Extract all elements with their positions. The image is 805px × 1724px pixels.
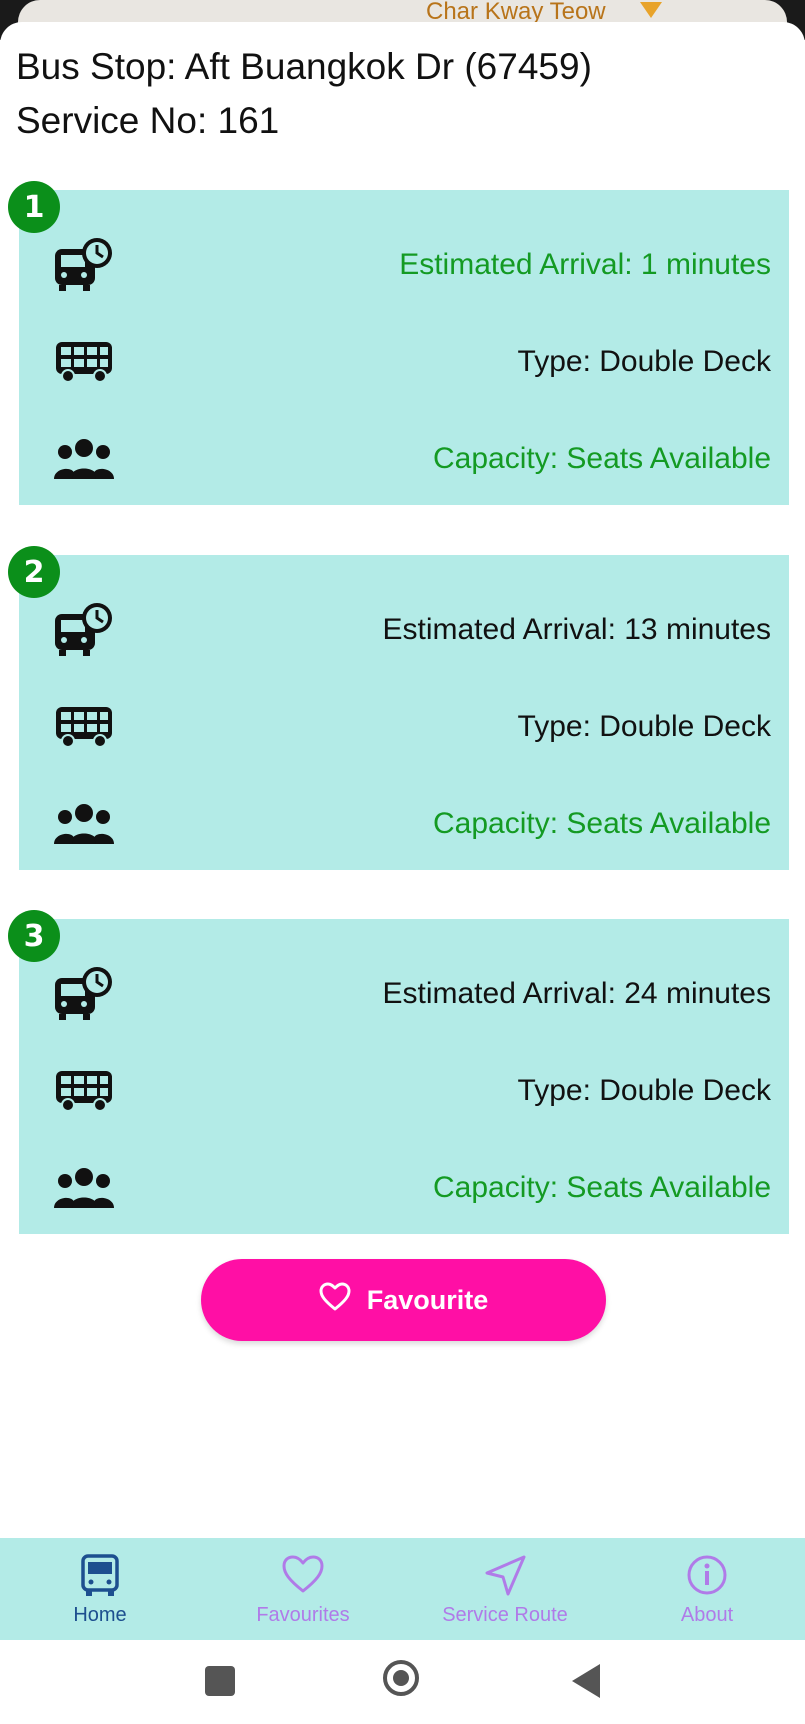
service-number: Service No: 161 [16,100,280,141]
nav-item-favourites[interactable]: Favourites [203,1538,403,1640]
nav-item-service-route[interactable]: Service Route [405,1538,605,1640]
capacity-row: Capacity: Seats Available [19,429,789,489]
estimated-arrival-row: Estimated Arrival: 13 minutes [19,600,789,660]
bus-type-row: Type: Double Deck [19,332,789,392]
arrival-card-3: Estimated Arrival: 24 minutes Type: Doub… [19,919,789,1234]
estimated-arrival-text: Estimated Arrival: 24 minutes [382,977,772,1010]
people-group-icon [52,429,116,489]
home-dot-icon [393,1670,409,1686]
arrival-card-1: Estimated Arrival: 1 minutes Type: Doubl… [19,190,789,505]
capacity-text: Capacity: Seats Available [433,1171,771,1204]
bus-type-row: Type: Double Deck [19,697,789,757]
nav-label-service-route: Service Route [442,1604,568,1626]
double-deck-bus-icon [52,697,116,757]
recents-button[interactable] [205,1666,235,1696]
map-marker-icon[interactable] [640,2,662,18]
bus-type-text: Type: Double Deck [517,710,771,743]
capacity-row: Capacity: Seats Available [19,794,789,854]
back-button[interactable] [572,1664,600,1698]
bus-type-text: Type: Double Deck [517,345,771,378]
nav-label-home: Home [73,1604,127,1626]
nav-label-about: About [680,1604,734,1626]
home-button[interactable] [383,1660,419,1696]
bus-clock-icon [52,235,116,295]
bus-clock-icon [52,600,116,660]
capacity-text: Capacity: Seats Available [433,807,771,840]
arrival-card-2: Estimated Arrival: 13 minutes Type: Doub… [19,555,789,870]
navigation-arrow-icon [405,1554,605,1598]
bus-type-row: Type: Double Deck [19,1061,789,1121]
favourite-button-label: Favourite [366,1284,489,1315]
double-deck-bus-icon [52,1061,116,1121]
capacity-row: Capacity: Seats Available [19,1158,789,1218]
estimated-arrival-text: Estimated Arrival: 13 minutes [382,613,772,646]
heart-outline-icon [319,1282,351,1319]
people-group-icon [52,794,116,854]
bus-icon [0,1554,200,1598]
bus-clock-icon [52,964,116,1024]
estimated-arrival-row: Estimated Arrival: 24 minutes [19,964,789,1024]
bottom-navigation: Home Favourites Service Route About [0,1538,805,1640]
favourite-button[interactable]: Favourite [201,1259,606,1341]
system-navigation-bar [0,1640,805,1724]
double-deck-bus-icon [52,332,116,392]
capacity-text: Capacity: Seats Available [433,442,771,475]
estimated-arrival-row: Estimated Arrival: 1 minutes [19,235,789,295]
arrival-number-badge: 2 [8,546,60,598]
arrival-number-badge: 3 [8,910,60,962]
bus-type-text: Type: Double Deck [517,1074,771,1107]
arrival-number-badge: 1 [8,181,60,233]
nav-item-home[interactable]: Home [0,1538,200,1640]
heart-outline-icon [203,1554,403,1598]
nav-item-about[interactable]: About [607,1538,805,1640]
bus-stop-title: Bus Stop: Aft Buangkok Dr (67459) [16,46,592,87]
nav-label-favourites: Favourites [256,1604,350,1626]
estimated-arrival-text: Estimated Arrival: 1 minutes [399,248,771,281]
info-icon [607,1554,805,1598]
people-group-icon [52,1158,116,1218]
